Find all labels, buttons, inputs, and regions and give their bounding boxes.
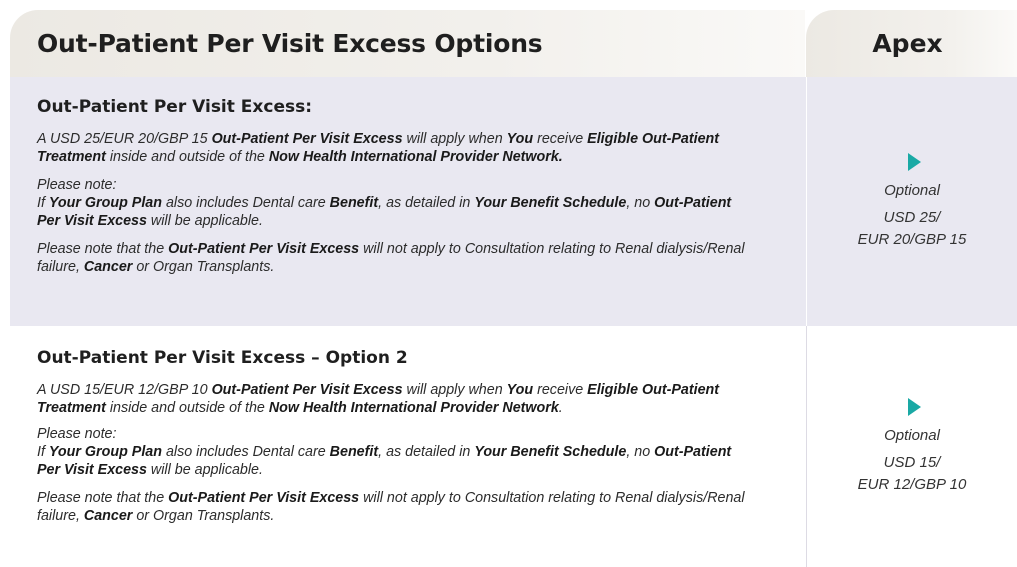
option-status: Optional: [884, 181, 940, 199]
table-header-plan-cell: Apex: [806, 10, 1017, 77]
play-arrow-icon: [907, 152, 921, 171]
excess-amount-line1: USD 15/: [883, 453, 941, 471]
note-label: Please note:: [37, 177, 117, 193]
plan-name: Apex: [872, 29, 943, 58]
section-title: Out-Patient Per Visit Excess – Option 2: [37, 348, 408, 368]
table-row: Out-Patient Per Visit Excess: A USD 25/E…: [10, 77, 1017, 326]
play-arrow-icon: [907, 397, 921, 416]
table-row: Out-Patient Per Visit Excess – Option 2 …: [10, 326, 1017, 567]
benefit-description-cell: Out-Patient Per Visit Excess: A USD 25/E…: [10, 77, 805, 326]
exclusion-paragraph: Please note that the Out-Patient Per Vis…: [37, 241, 745, 275]
note-label: Please note:: [37, 426, 117, 442]
excess-amount-line1: USD 25/: [883, 208, 941, 226]
option-status: Optional: [884, 426, 940, 444]
excess-amount-line2: EUR 12/GBP 10: [857, 475, 967, 493]
section-title: Out-Patient Per Visit Excess:: [37, 97, 313, 117]
excess-paragraph: A USD 15/EUR 12/GBP 10 Out-Patient Per V…: [37, 382, 720, 416]
exclusion-paragraph: Please note that the Out-Patient Per Vis…: [37, 490, 745, 524]
table-header-title-cell: Out-Patient Per Visit Excess Options: [10, 10, 805, 77]
plan-value-cell: Optional USD 25/ EUR 20/GBP 15: [806, 77, 1017, 326]
dental-note-paragraph: If Your Group Plan also includes Dental …: [37, 444, 732, 478]
excess-amount-line2: EUR 20/GBP 15: [857, 230, 967, 248]
page-title: Out-Patient Per Visit Excess Options: [37, 29, 543, 58]
dental-note-paragraph: If Your Group Plan also includes Dental …: [37, 195, 732, 229]
excess-paragraph: A USD 25/EUR 20/GBP 15 Out-Patient Per V…: [37, 131, 720, 165]
plan-value-cell: Optional USD 15/ EUR 12/GBP 10: [806, 326, 1017, 567]
benefit-description-cell: Out-Patient Per Visit Excess – Option 2 …: [10, 326, 805, 567]
